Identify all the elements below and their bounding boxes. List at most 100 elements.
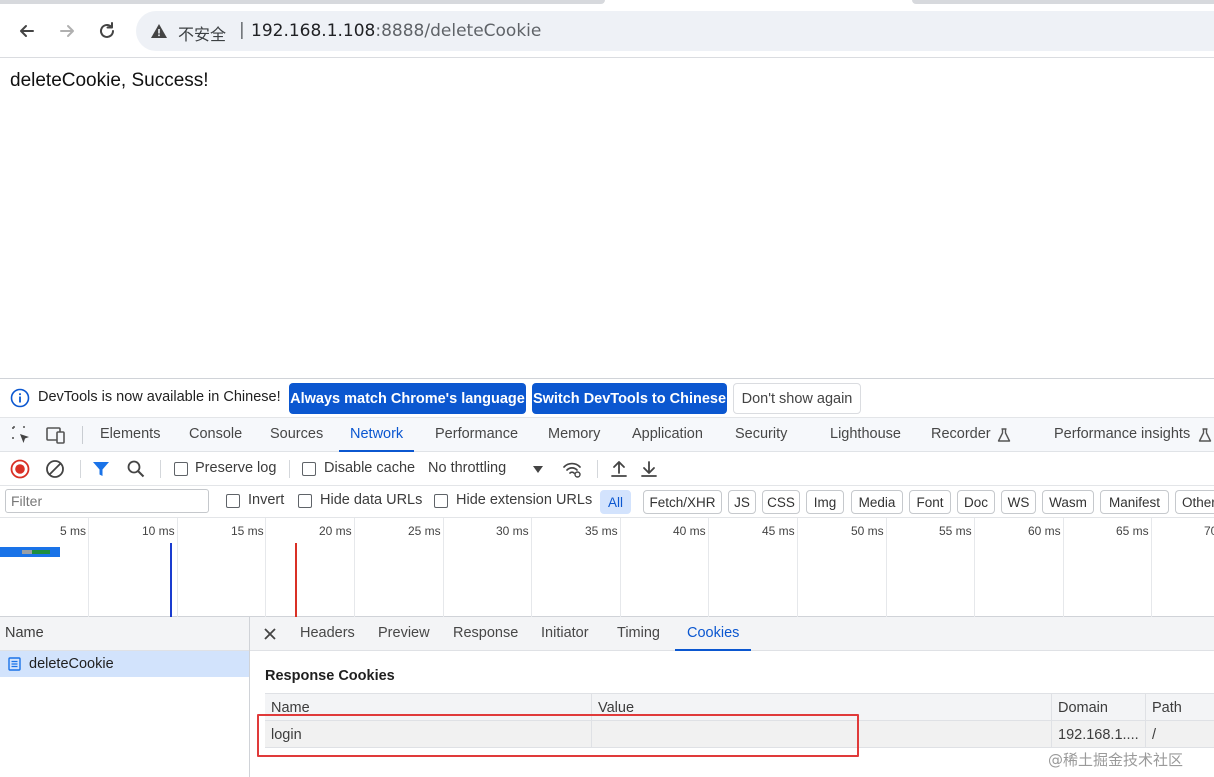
network-conditions-icon[interactable] [562,459,582,479]
tab-headers[interactable]: Headers [300,617,355,651]
load-event-marker [295,543,297,617]
address-bar[interactable]: 不安全 | 192.168.1.108:8888/deleteCookie [136,11,1214,51]
clear-icon[interactable] [45,459,65,479]
timeline-tick: 5 ms [60,524,87,538]
type-filter-font[interactable]: Font [909,490,951,514]
devtools-panel: DevTools is now available in Chinese! Al… [0,378,1214,777]
cookie-name-cell[interactable]: login [265,721,592,748]
filter-icon[interactable] [91,459,111,479]
hide-data-urls-checkbox[interactable] [298,494,312,508]
cookie-path-cell[interactable]: / [1146,721,1214,748]
arrow-left-icon [20,25,34,37]
type-filter-js[interactable]: JS [728,490,756,514]
column-header-domain[interactable]: Domain [1052,694,1146,721]
column-header-name[interactable]: Name [265,694,592,721]
tab-timing[interactable]: Timing [617,617,660,651]
type-filter-img[interactable]: Img [806,490,844,514]
download-icon[interactable] [639,459,659,479]
devtools-main-tabs: Elements Console Sources Network Perform… [0,418,1214,452]
type-filter-doc[interactable]: Doc [957,490,995,514]
devtools-infobar: DevTools is now available in Chinese! Al… [0,379,1214,418]
timeline-gridline [974,518,975,617]
search-icon[interactable] [126,459,146,479]
table-row[interactable]: login 192.168.1.... / [265,721,1214,748]
tab-elements[interactable]: Elements [100,418,160,452]
tab-recorder[interactable]: Recorder [931,418,991,452]
dont-show-again-button[interactable]: Don't show again [733,383,861,414]
tab-initiator[interactable]: Initiator [541,617,589,651]
tab-performance[interactable]: Performance [435,418,518,452]
tab-memory[interactable]: Memory [548,418,600,452]
timeline-tick: 30 ms [496,524,529,538]
hide-extension-urls-label[interactable]: Hide extension URLs [456,492,592,508]
reload-button[interactable] [90,14,124,48]
throttling-select[interactable]: No throttling [428,460,506,476]
timeline-gridline [886,518,887,617]
type-filter-wasm[interactable]: Wasm [1042,490,1094,514]
cookie-value-cell[interactable] [592,721,1052,748]
always-match-language-button[interactable]: Always match Chrome's language [289,383,526,414]
forward-button[interactable] [50,14,84,48]
response-cookies-title: Response Cookies [265,668,395,684]
tab-application[interactable]: Application [632,418,703,452]
inspect-element-icon[interactable] [10,424,32,446]
request-name[interactable]: deleteCookie [29,651,114,677]
close-icon[interactable] [262,626,278,642]
type-filter-all[interactable]: All [600,490,631,514]
invert-checkbox[interactable] [226,494,240,508]
tab-lighthouse[interactable]: Lighthouse [830,418,901,452]
chevron-down-icon[interactable] [532,465,544,474]
device-toolbar-icon[interactable] [45,424,67,446]
timeline-tick: 50 ms [851,524,884,538]
tab-sources[interactable]: Sources [270,418,323,452]
info-icon [10,388,30,408]
tab-console[interactable]: Console [189,418,242,452]
type-filter-css[interactable]: CSS [762,490,800,514]
cookies-table-header: Name Value Domain Path [265,694,1214,721]
upload-icon[interactable] [609,459,629,479]
hide-data-urls-label[interactable]: Hide data URLs [320,492,422,508]
url-host: 192.168.1.108 [251,21,376,41]
request-list-header[interactable]: Name [0,617,249,651]
request-list: Name deleteCookie [0,617,250,777]
type-filter-other[interactable]: Other [1175,490,1214,514]
back-button[interactable] [10,14,44,48]
watermark-text: @稀土掘金技术社区 [1048,751,1184,769]
document-icon [8,657,21,671]
column-header-path[interactable]: Path [1146,694,1214,721]
disable-cache-label[interactable]: Disable cache [324,460,415,476]
arrow-right-icon [60,25,74,37]
cookie-domain-cell[interactable]: 192.168.1.... [1052,721,1146,748]
disable-cache-checkbox[interactable] [302,462,316,476]
url-path: :8888/deleteCookie [375,21,542,41]
request-row[interactable]: deleteCookie [0,651,249,677]
type-filter-fetch-xhr[interactable]: Fetch/XHR [643,490,722,514]
column-header-value[interactable]: Value [592,694,1052,721]
invert-label[interactable]: Invert [248,492,284,508]
url-text[interactable]: 192.168.1.108:8888/deleteCookie [251,21,541,41]
network-timeline-overview[interactable]: 5 ms 10 ms 15 ms 20 ms 25 ms 30 ms 35 ms… [0,518,1214,617]
network-lower-pane: Name deleteCookie Headers Preview Respon… [0,617,1214,777]
tab-shade-right [912,0,1214,4]
type-filter-ws[interactable]: WS [1001,490,1036,514]
timeline-download-segment [32,550,50,554]
switch-to-chinese-button[interactable]: Switch DevTools to Chinese [532,383,727,414]
preserve-log-label[interactable]: Preserve log [195,460,276,476]
type-filter-manifest[interactable]: Manifest [1100,490,1169,514]
tab-network[interactable]: Network [339,418,415,452]
cookies-table: Name Value Domain Path login 192.168.1..… [265,693,1214,748]
security-label[interactable]: 不安全 [178,21,226,45]
filter-input[interactable]: Filter [5,489,209,513]
record-stop-icon[interactable] [10,459,30,479]
tab-response[interactable]: Response [453,617,518,651]
tab-performance-insights[interactable]: Performance insights [1054,418,1190,452]
tab-cookies[interactable]: Cookies [675,617,752,651]
timeline-request-bar [0,547,60,557]
infobar-message: DevTools is now available in Chinese! [38,389,281,405]
tab-security[interactable]: Security [735,418,787,452]
preserve-log-checkbox[interactable] [174,462,188,476]
hide-extension-urls-checkbox[interactable] [434,494,448,508]
type-filter-media[interactable]: Media [851,490,903,514]
warning-icon[interactable] [150,22,168,40]
tab-preview[interactable]: Preview [378,617,430,651]
